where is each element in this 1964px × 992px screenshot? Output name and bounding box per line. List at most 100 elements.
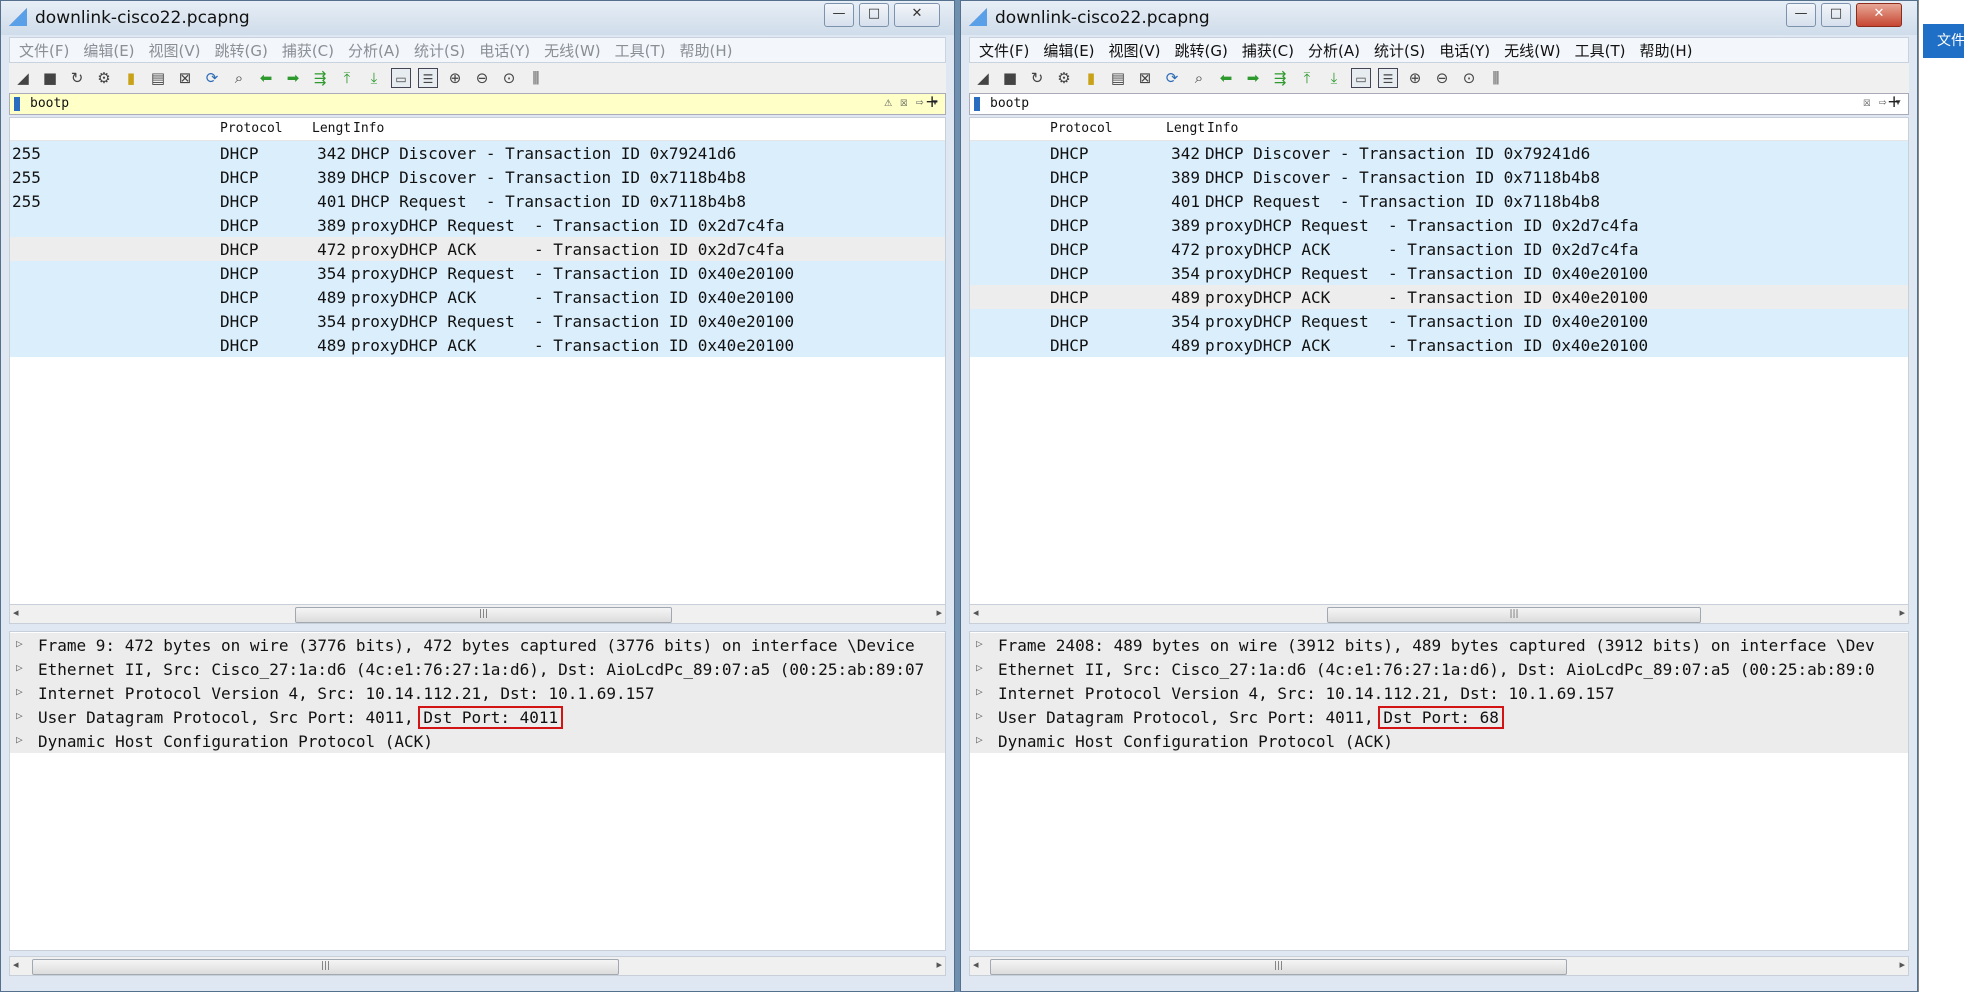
packet-row[interactable]: 255 DHCP 401 DHCP Request - Transaction ID … (10, 189, 945, 213)
details-hscrollbar[interactable]: ◂ ||| ▸ (9, 956, 946, 976)
menu-edit[interactable]: 编辑(E) (1043, 40, 1094, 61)
resize-columns-icon[interactable]: ⫼ (526, 68, 546, 88)
autoscroll-icon[interactable]: ▭ (1351, 68, 1371, 88)
normal-size-icon[interactable]: ⊙ (1459, 68, 1479, 88)
menu-file[interactable]: 文件(F) (979, 40, 1029, 61)
scroll-left-icon[interactable]: ◂ (973, 958, 979, 971)
scroll-right-icon[interactable]: ▸ (936, 958, 942, 971)
apply-filter-icon[interactable]: ⇨ (1879, 95, 1887, 110)
bookmark-icon[interactable] (974, 97, 980, 111)
add-filter-button-icon[interactable]: + (925, 92, 939, 112)
open-file-icon[interactable]: ▮ (121, 68, 141, 88)
menu-wireless[interactable]: 无线(W) (1504, 40, 1561, 61)
packet-list-hscrollbar[interactable]: ◂ ||| ▸ (9, 604, 946, 624)
scroll-thumb[interactable]: ||| (295, 607, 672, 623)
colorize-icon[interactable]: ☰ (1378, 68, 1398, 88)
clear-filter-icon[interactable]: ☒ (1863, 95, 1871, 110)
packet-list-hscrollbar[interactable]: ◂ ||| ▸ (969, 604, 1909, 624)
packet-row-selected[interactable]: DHCP 472 proxyDHCP ACK - Transaction ID 0x… (10, 237, 945, 261)
packet-row[interactable]: DHCP 401 DHCP Request - Transaction ID 0x7… (970, 189, 1908, 213)
add-filter-button-icon[interactable]: + (1887, 92, 1901, 112)
tree-frame[interactable]: ▷ Frame 2408: 489 bytes on wire (3912 bit… (970, 633, 1908, 657)
packet-row[interactable]: DHCP 472 proxyDHCP ACK - Transaction ID 0x… (970, 237, 1908, 261)
menu-help[interactable]: 帮助(H) (1640, 40, 1693, 61)
reload-icon[interactable]: ⟳ (1162, 68, 1182, 88)
menu-view[interactable]: 视图(V) (149, 40, 201, 61)
tree-udp[interactable]: ▷ User Datagram Protocol, Src Port: 4011,… (970, 705, 1908, 729)
packet-row[interactable]: 255 DHCP 389 DHCP Discover - Transaction ID… (10, 165, 945, 189)
stop-capture-icon[interactable]: ■ (1000, 68, 1020, 88)
menu-telephony[interactable]: 电话(Y) (1439, 40, 1490, 61)
menu-tools[interactable]: 工具(T) (1575, 40, 1626, 61)
packet-row-selected[interactable]: DHCP 489 proxyDHCP ACK - Transaction ID 0x… (970, 285, 1908, 309)
zoom-in-icon[interactable]: ⊕ (1405, 68, 1425, 88)
column-length[interactable]: Lengt (312, 121, 351, 136)
expand-caret-icon[interactable]: ▷ (976, 709, 983, 722)
background-file-tab[interactable]: 文件 (1923, 24, 1964, 58)
expand-caret-icon[interactable]: ▷ (16, 637, 23, 650)
tree-udp[interactable]: ▷ User Datagram Protocol, Src Port: 4011,… (10, 705, 945, 729)
reload-icon[interactable]: ⟳ (202, 68, 222, 88)
expand-caret-icon[interactable]: ▷ (16, 733, 23, 746)
packet-row[interactable]: DHCP 389 proxyDHCP Request - Transaction I… (10, 213, 945, 237)
scroll-thumb[interactable]: ||| (32, 959, 619, 975)
scroll-right-icon[interactable]: ▸ (936, 606, 942, 619)
packet-row[interactable]: DHCP 489 proxyDHCP ACK - Transaction ID 0x… (10, 333, 945, 357)
menu-statistics[interactable]: 统计(S) (1374, 40, 1425, 61)
apply-filter-icon[interactable]: ⇨ (916, 95, 924, 110)
expand-caret-icon[interactable]: ▷ (976, 685, 983, 698)
column-info[interactable]: Info (1207, 121, 1238, 136)
tree-ethernet[interactable]: ▷ Ethernet II, Src: Cisco_27:1a:d6 (4c:e1… (10, 657, 945, 681)
menu-edit[interactable]: 编辑(E) (83, 40, 134, 61)
packet-row[interactable]: DHCP 489 proxyDHCP ACK - Transaction ID 0x… (10, 285, 945, 309)
scroll-right-icon[interactable]: ▸ (1899, 958, 1905, 971)
save-file-icon[interactable]: ▤ (148, 68, 168, 88)
capture-options-icon[interactable]: ⚙ (1054, 68, 1074, 88)
close-button[interactable]: ✕ (1856, 3, 1902, 27)
display-filter-input[interactable]: bootp ⚠ ☒ ⇨ ▾ (9, 93, 946, 115)
expand-caret-icon[interactable]: ▷ (16, 685, 23, 698)
packet-row[interactable]: 255 DHCP 342 DHCP Discover - Transaction ID… (10, 141, 945, 165)
minimize-button[interactable]: — (824, 3, 854, 27)
column-length[interactable]: Lengt (1166, 121, 1205, 136)
go-back-icon[interactable]: ⬅ (256, 68, 276, 88)
scroll-left-icon[interactable]: ◂ (13, 958, 19, 971)
menu-analyze[interactable]: 分析(A) (1308, 40, 1360, 61)
close-file-icon[interactable]: ⊠ (175, 68, 195, 88)
menu-tools[interactable]: 工具(T) (615, 40, 666, 61)
menu-capture[interactable]: 捕获(C) (282, 40, 334, 61)
go-first-icon[interactable]: ⤒ (337, 68, 357, 88)
tree-ip[interactable]: ▷ Internet Protocol Version 4, Src: 10.14… (970, 681, 1908, 705)
menu-analyze[interactable]: 分析(A) (348, 40, 400, 61)
packet-row[interactable]: DHCP 389 proxyDHCP Request - Transaction I… (970, 213, 1908, 237)
menu-help[interactable]: 帮助(H) (680, 40, 733, 61)
save-file-icon[interactable]: ▤ (1108, 68, 1128, 88)
start-capture-icon[interactable]: ◢ (13, 68, 33, 88)
minimize-button[interactable]: — (1786, 3, 1816, 27)
close-file-icon[interactable]: ⊠ (1135, 68, 1155, 88)
expand-caret-icon[interactable]: ▷ (976, 637, 983, 650)
colorize-icon[interactable]: ☰ (418, 68, 438, 88)
open-file-icon[interactable]: ▮ (1081, 68, 1101, 88)
find-packet-icon[interactable]: ⌕ (229, 68, 249, 88)
column-protocol[interactable]: Protocol (220, 121, 283, 136)
tree-dhcp[interactable]: ▷ Dynamic Host Configuration Protocol (AC… (10, 729, 945, 753)
packet-row[interactable]: DHCP 342 DHCP Discover - Transaction ID 0x… (970, 141, 1908, 165)
resize-columns-icon[interactable]: ⫼ (1486, 68, 1506, 88)
stop-capture-icon[interactable]: ■ (40, 68, 60, 88)
packet-row[interactable]: DHCP 354 proxyDHCP Request - Transaction I… (970, 261, 1908, 285)
start-capture-icon[interactable]: ◢ (973, 68, 993, 88)
zoom-out-icon[interactable]: ⊖ (1432, 68, 1452, 88)
go-to-packet-icon[interactable]: ⇶ (310, 68, 330, 88)
go-back-icon[interactable]: ⬅ (1216, 68, 1236, 88)
normal-size-icon[interactable]: ⊙ (499, 68, 519, 88)
close-button[interactable]: ✕ (894, 3, 940, 27)
expand-caret-icon[interactable]: ▷ (16, 661, 23, 674)
zoom-out-icon[interactable]: ⊖ (472, 68, 492, 88)
go-forward-icon[interactable]: ➡ (1243, 68, 1263, 88)
clear-filter-icon[interactable]: ☒ (900, 95, 908, 110)
bookmark-icon[interactable] (14, 97, 20, 111)
menu-view[interactable]: 视图(V) (1109, 40, 1161, 61)
expand-caret-icon[interactable]: ▷ (976, 661, 983, 674)
column-info[interactable]: Info (353, 121, 384, 136)
